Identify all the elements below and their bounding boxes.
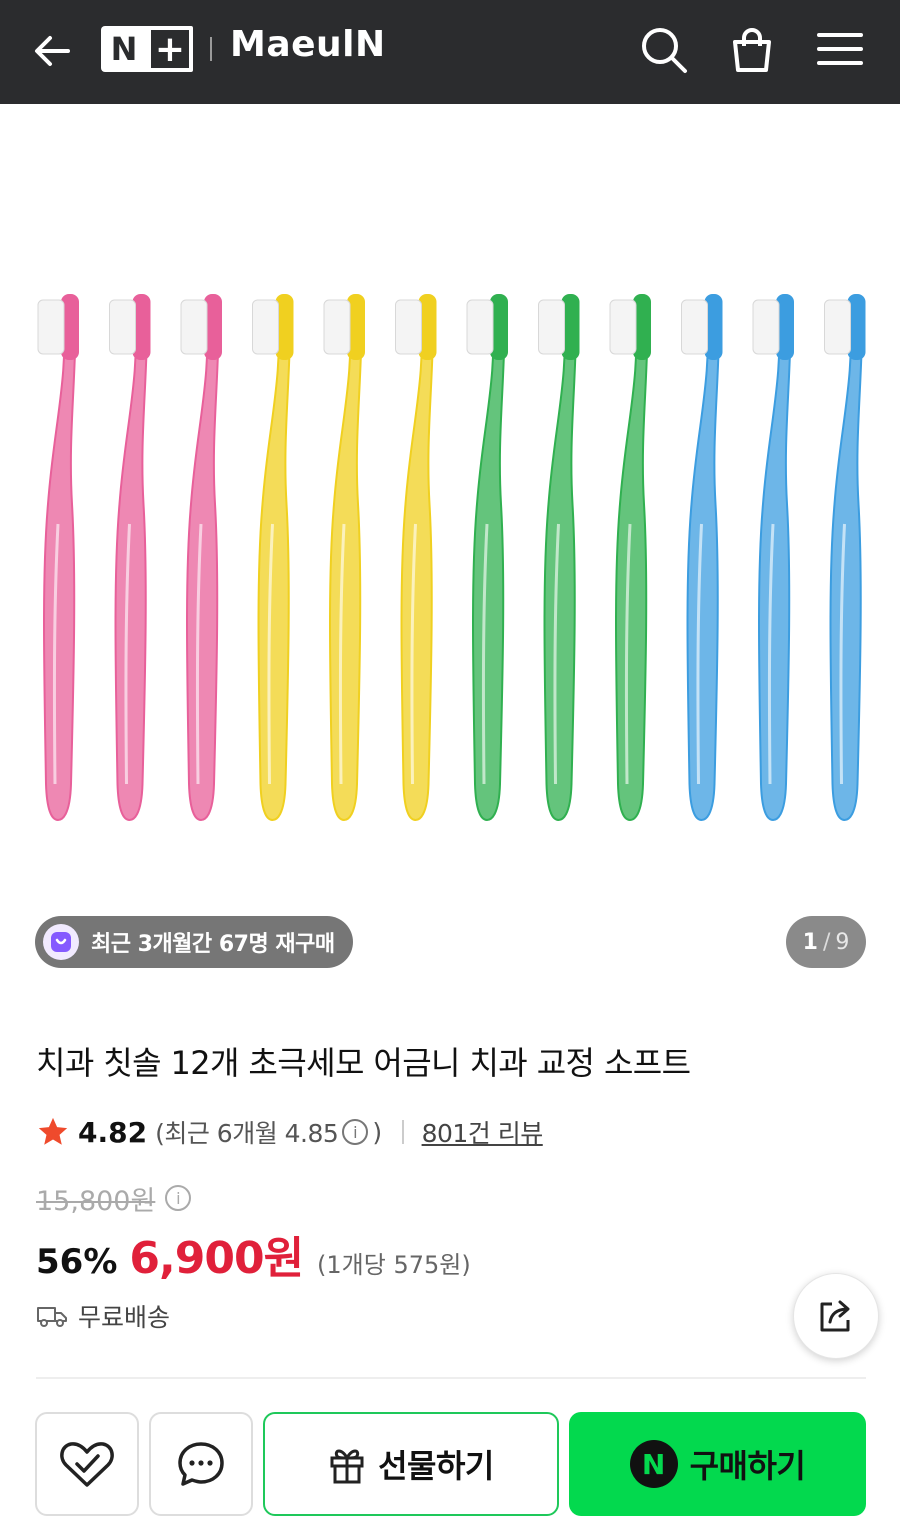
pager-separator: / — [822, 929, 831, 955]
rating-score: 4.82 — [78, 1115, 148, 1149]
toothbrush — [180, 294, 222, 822]
toothbrush — [37, 294, 79, 822]
talk-chat-button[interactable] — [149, 1412, 253, 1516]
repurchase-badge: 최근 3개월간 67명 재구매 — [35, 916, 353, 968]
logo-n-letter: N — [110, 30, 138, 68]
gift-box-icon — [330, 1449, 364, 1484]
buy-button[interactable]: N 구매하기 — [569, 1412, 866, 1516]
share-button[interactable] — [793, 1273, 879, 1359]
discount-rate: 56% — [36, 1242, 118, 1282]
price-row: 56% 6,900원 (1개당 575원) — [36, 1222, 471, 1284]
shopping-bag-icon[interactable] — [726, 24, 778, 76]
toothbrush — [252, 294, 294, 822]
heart-check-icon — [60, 1442, 114, 1487]
recent-rating: (최근 6개월 4.85 — [155, 1119, 339, 1148]
toothbrushes-image — [37, 294, 866, 822]
toothbrush — [752, 294, 794, 822]
review-count-link[interactable]: 801건 리뷰 — [422, 1114, 544, 1150]
toothbrush — [824, 294, 866, 822]
original-price-row: 15,800원 i — [36, 1178, 192, 1218]
share-icon — [820, 1300, 850, 1332]
logo-divider — [210, 37, 212, 61]
shipping-row: 무료배송 — [36, 1296, 170, 1336]
toothbrush — [109, 294, 151, 822]
top-nav-bar: N + MaeulN — [0, 0, 900, 104]
product-title: 치과 칫솔 12개 초극세모 어금니 치과 교정 소프트 — [36, 1044, 691, 1082]
product-image-carousel[interactable] — [0, 104, 900, 1000]
price-info-icon[interactable]: i — [165, 1185, 192, 1211]
menu-icon[interactable] — [814, 24, 866, 76]
sale-price: 6,900원 — [129, 1233, 304, 1284]
back-arrow-icon[interactable] — [28, 26, 78, 76]
rating-row: 4.82 (최근 6개월 4.85 i ) 801건 리뷰 — [36, 1112, 543, 1152]
search-icon[interactable] — [638, 24, 690, 76]
wishlist-button[interactable] — [35, 1412, 139, 1516]
buy-button-label: 구매하기 — [689, 1447, 806, 1485]
shipping-text: 무료배송 — [78, 1303, 171, 1332]
toothbrush — [681, 294, 723, 822]
nplus-logo[interactable]: N + — [101, 26, 193, 72]
chat-bubble-icon — [178, 1442, 224, 1486]
original-price: 15,800원 — [36, 1185, 156, 1217]
pager-current: 1 — [802, 929, 818, 955]
image-pager: 1 / 9 — [786, 916, 866, 968]
logo-plus-sign: + — [147, 26, 193, 72]
gift-button-label: 선물하기 — [378, 1447, 494, 1485]
delivery-truck-icon — [37, 1307, 67, 1327]
npay-icon: N — [629, 1440, 678, 1488]
repurchase-badge-text: 최근 3개월간 67명 재구매 — [91, 932, 335, 957]
toothbrush — [323, 294, 365, 822]
star-icon — [38, 1117, 68, 1145]
toothbrush — [538, 294, 580, 822]
repurchase-bag-icon — [43, 924, 79, 960]
toothbrush — [395, 294, 437, 822]
pager-total: 9 — [835, 929, 850, 955]
info-icon[interactable]: i — [342, 1119, 369, 1145]
brand-name[interactable]: MaeulN — [230, 24, 386, 65]
toothbrush — [466, 294, 508, 822]
section-divider — [36, 1377, 866, 1379]
gift-button[interactable]: 선물하기 — [263, 1412, 559, 1516]
unit-price: (1개당 575원) — [317, 1251, 471, 1279]
rating-divider — [401, 1120, 404, 1144]
toothbrush — [609, 294, 651, 822]
recent-rating-close: ) — [372, 1117, 382, 1147]
